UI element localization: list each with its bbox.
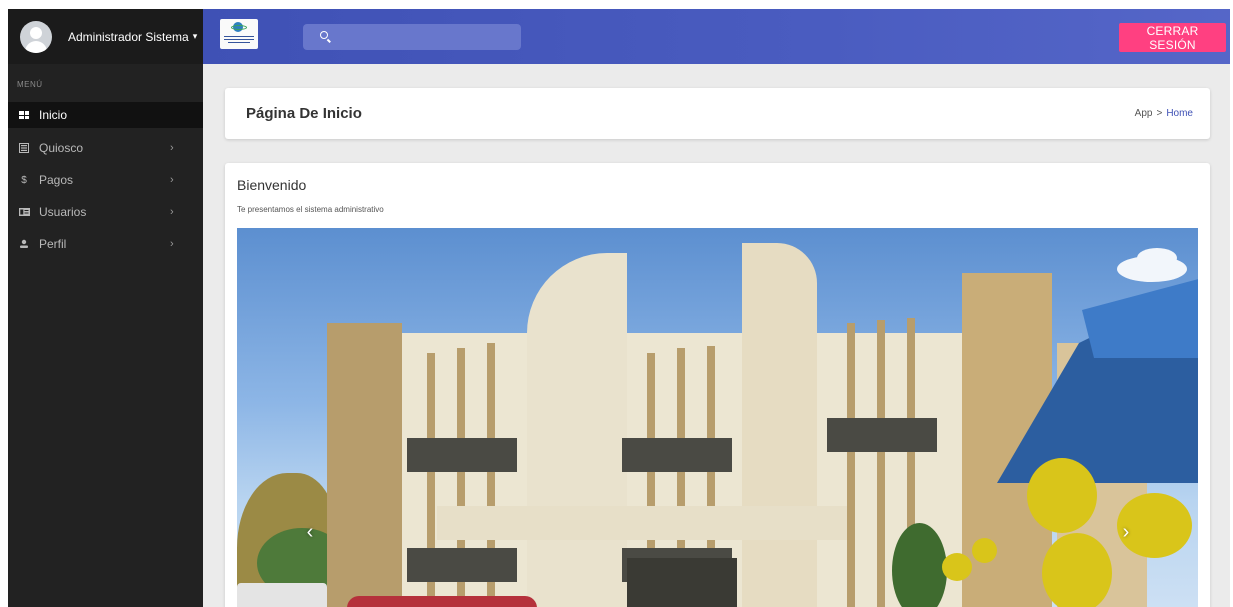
dashboard-icon [18,111,30,119]
search-icon [320,31,328,39]
breadcrumb-home[interactable]: Home [1166,108,1193,119]
sidebar-item-pagos[interactable]: $ Pagos › [8,164,203,196]
logo[interactable] [220,19,258,49]
welcome-subtitle: Te presentamos el sistema administrativo [237,205,384,214]
menu-header: MENÚ [17,80,43,89]
newspaper-icon [18,143,30,153]
sidebar: Administrador Sistema ▾ MENÚ Inicio Quio… [8,9,203,607]
carousel-next-button[interactable]: › [1117,520,1135,544]
id-card-icon [18,208,30,216]
avatar [20,20,52,53]
sidebar-item-perfil[interactable]: Perfil › [8,228,203,260]
welcome-card: Bienvenido Te presentamos el sistema adm… [225,163,1210,607]
welcome-heading: Bienvenido [237,177,307,193]
breadcrumb-app[interactable]: App [1135,108,1153,119]
chevron-right-icon: › [170,238,174,250]
app-frame: Administrador Sistema ▾ MENÚ Inicio Quio… [8,9,1230,607]
top-bar: CERRAR SESIÓN [203,9,1230,64]
dollar-icon: $ [21,174,27,186]
breadcrumb: App > Home [1135,108,1193,119]
user-name[interactable]: Administrador Sistema [68,30,189,44]
chevron-right-icon: › [170,142,174,154]
sidebar-item-label: Perfil [39,237,67,251]
logout-button[interactable]: CERRAR SESIÓN [1119,23,1226,52]
sidebar-item-quiosco[interactable]: Quiosco › [8,132,203,164]
sidebar-item-label: Quiosco [39,141,84,155]
carousel-prev-button[interactable]: ‹ [301,520,319,544]
sidebar-item-usuarios[interactable]: Usuarios › [8,196,203,228]
sidebar-item-inicio[interactable]: Inicio [8,102,203,128]
sidebar-item-label: Usuarios [39,205,87,219]
page-title: Página De Inicio [246,105,362,122]
chevron-right-icon: › [170,206,174,218]
search-bar[interactable] [303,24,521,50]
search-input[interactable] [335,24,517,50]
person-icon [18,239,30,249]
image-carousel[interactable]: ‹ › [237,228,1198,607]
sidebar-item-label: Inicio [39,108,68,122]
sidebar-item-label: Pagos [39,173,74,187]
page-header-card: Página De Inicio App > Home [225,88,1210,139]
breadcrumb-separator: > [1156,108,1163,119]
chevron-right-icon: › [170,174,174,186]
caret-down-icon[interactable]: ▾ [193,31,198,42]
user-box[interactable]: Administrador Sistema ▾ [8,9,203,64]
